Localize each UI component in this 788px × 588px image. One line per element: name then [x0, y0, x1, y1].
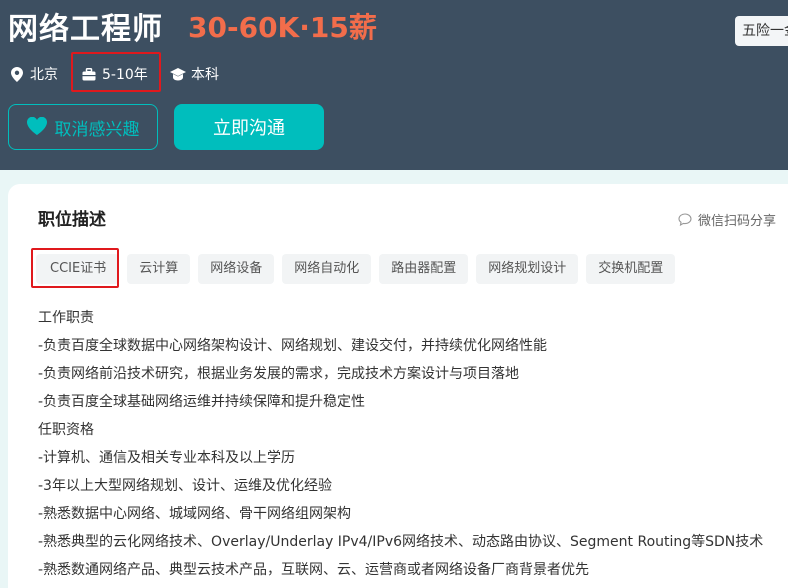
graduation-cap-icon — [170, 66, 186, 82]
skill-tag: 云计算 — [127, 254, 191, 284]
job-education: 本科 — [170, 62, 219, 86]
job-header: 网络工程师 30-60K·15薪 五险一金 北京 5-10年 本科 取消感兴趣 … — [0, 0, 788, 170]
description-line: -熟悉数据中心网络、城域网络、骨干网络组网架构 — [38, 506, 352, 522]
description-line: -熟悉典型的云化网络技术、Overlay/Underlay IPv4/IPv6网… — [38, 534, 764, 550]
skill-tag: 网络规划设计 — [476, 254, 579, 284]
description-line: 工作职责 — [38, 310, 94, 326]
description-line: -负责百度全球数据中心网络架构设计、网络规划、建设交付，并持续优化网络性能 — [38, 338, 548, 354]
description-line: -负责网络前沿技术研究，根据业务发展的需求，完成技术方案设计与项目落地 — [38, 366, 520, 382]
heart-icon — [26, 117, 47, 137]
skill-tag: 网络设备 — [198, 254, 275, 284]
job-salary: 30-60K·15薪 — [188, 11, 377, 44]
skill-tags: CCIE证书 云计算 网络设备 网络自动化 路由器配置 网络规划设计 交换机配置 — [36, 254, 683, 284]
job-description-card: 职位描述 微信扫码分享 CCIE证书 云计算 网络设备 网络自动化 路由器配置 … — [8, 184, 788, 588]
description-line: 任职资格 — [38, 422, 94, 438]
description-line: -熟悉数通网络产品、典型云技术产品，互联网、云、运营商或者网络设备厂商背景者优先 — [38, 562, 590, 578]
chat-bubble-icon — [678, 212, 692, 227]
skill-tag: 路由器配置 — [379, 254, 469, 284]
description-line: -负责百度全球基础网络运维并持续保障和提升稳定性 — [38, 394, 366, 410]
skill-tag: 交换机配置 — [586, 254, 676, 284]
job-education-text: 本科 — [191, 67, 219, 83]
location-icon — [9, 66, 25, 82]
experience-highlight-box — [71, 52, 161, 92]
wechat-share-label: 微信扫码分享 — [698, 214, 777, 229]
chat-now-button[interactable]: 立即沟通 — [174, 104, 324, 150]
job-description-text: 工作职责 -负责百度全球数据中心网络架构设计、网络规划、建设交付，并持续优化网络… — [38, 304, 788, 584]
skill-tag: 网络自动化 — [282, 254, 372, 284]
wechat-share[interactable]: 微信扫码分享 — [678, 210, 776, 229]
benefit-tag: 五险一金 — [735, 16, 788, 46]
unfollow-button-label: 取消感兴趣 — [54, 119, 140, 140]
job-title: 网络工程师 — [8, 12, 163, 47]
job-city: 北京 — [9, 62, 58, 86]
section-title: 职位描述 — [38, 210, 106, 230]
description-line: -3年以上大型网络规划、设计、运维及优化经验 — [38, 478, 332, 494]
job-city-text: 北京 — [30, 67, 58, 83]
description-line: -计算机、通信及相关专业本科及以上学历 — [38, 450, 296, 466]
tag-highlight-box — [31, 248, 119, 288]
unfollow-button[interactable]: 取消感兴趣 — [8, 104, 158, 150]
